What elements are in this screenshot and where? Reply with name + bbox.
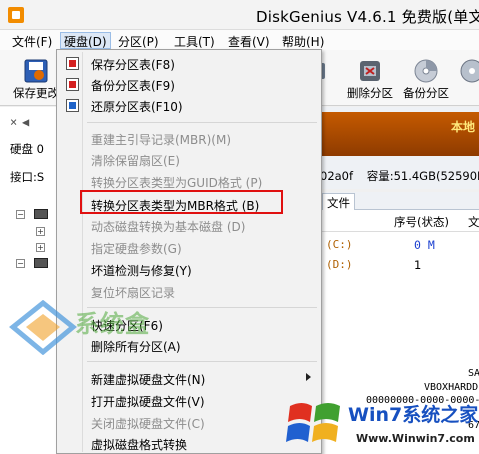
disk-info-line: 02a0f 容量:51.4GB(52590MB: [320, 168, 479, 184]
delete-partition-button[interactable]: 删除分区: [342, 52, 398, 104]
drive-letter: (D:): [326, 258, 353, 271]
menu-item-label: 坏道检测与修复(Y): [91, 264, 192, 278]
disk-icon: [34, 258, 48, 268]
menu-item-label: 动态磁盘转换为基本磁盘 (D): [91, 220, 246, 234]
save-icon: [24, 59, 48, 83]
menu-separator: [87, 361, 317, 362]
menu-item-label: 备份分区表(F9): [91, 79, 175, 93]
disk-menu-dropdown: 保存分区表(F8) 备份分区表(F9) 还原分区表(F10) 重建主引导记录(M…: [56, 49, 322, 454]
menu-new-virtual-disk[interactable]: 新建虚拟硬盘文件(N): [59, 368, 319, 389]
menu-item-label: 转换分区表类型为GUID格式 (P): [91, 176, 263, 190]
backup-partition-button[interactable]: 备份分区: [398, 52, 454, 104]
menu-bad-sector-check[interactable]: 坏道检测与修复(Y): [59, 259, 319, 280]
menu-item-label: 保存分区表(F8): [91, 58, 175, 72]
migrate-button[interactable]: [458, 52, 479, 104]
menu-item-label: 关闭虚拟硬盘文件(C): [91, 417, 205, 431]
menu-item-label: 删除所有分区(A): [91, 340, 181, 354]
win7-brand-text: Win7系统之家: [348, 404, 479, 426]
menu-disk[interactable]: 硬盘(D): [60, 32, 111, 49]
menu-item-label: 还原分区表(F10): [91, 100, 183, 114]
menu-reset-bad-sectors[interactable]: 复位坏扇区记录: [59, 281, 319, 302]
menu-restore-partition-table[interactable]: 还原分区表(F10): [59, 95, 319, 116]
seq-value: 1: [414, 258, 422, 272]
menu-item-label: 清除保留扇区(E): [91, 154, 180, 168]
menu-dynamic-to-basic[interactable]: 动态磁盘转换为基本磁盘 (D): [59, 215, 319, 236]
tree-expand-icon[interactable]: +: [36, 227, 45, 236]
window-title: DiskGenius V4.6.1 免费版(单文件: [256, 8, 479, 26]
menu-item-label: 打开虚拟硬盘文件(V): [91, 395, 205, 409]
menu-item-label: 指定硬盘参数(G): [91, 242, 182, 256]
tab-strip: 文件: [320, 192, 479, 212]
save-changes-button[interactable]: 保存更改: [10, 52, 62, 104]
menu-view[interactable]: 查看(V): [224, 32, 274, 49]
capacity-label: 容量:51.4GB(52590MB: [366, 169, 479, 183]
site-watermark-text: 系统盒: [75, 310, 150, 338]
disc-icon-partial: [460, 59, 479, 83]
title-bar: DiskGenius V4.6.1 免费版(单文件: [0, 0, 479, 30]
highlight-annotation: [80, 190, 283, 214]
save-partition-table-icon: [66, 57, 79, 70]
banner-text: 本地: [450, 120, 475, 134]
disk-label: 硬盘 0: [10, 142, 44, 156]
save-changes-label: 保存更改: [13, 86, 59, 100]
extra-header: 文: [468, 215, 479, 229]
disk-model-fragment: SA: [468, 368, 479, 379]
menu-rebuild-mbr[interactable]: 重建主引导记录(MBR)(M): [59, 128, 319, 149]
menu-help[interactable]: 帮助(H): [278, 32, 328, 49]
menu-item-label: 新建虚拟硬盘文件(N): [91, 373, 206, 387]
menu-convert-to-guid[interactable]: 转换分区表类型为GUID格式 (P): [59, 171, 319, 192]
disc-icon: [414, 59, 438, 83]
tree-expand-icon[interactable]: −: [16, 259, 25, 268]
table-row[interactable]: (C:) 0 M: [320, 236, 479, 254]
menu-partition[interactable]: 分区(P): [114, 32, 163, 49]
partition-grid-header: 序号(状态) 文: [320, 210, 479, 232]
tree-expand-icon[interactable]: −: [16, 210, 25, 219]
drive-letter: (C:): [326, 238, 353, 251]
scroll-left-arrow[interactable]: ×: [10, 115, 17, 129]
table-row[interactable]: (D:) 1: [320, 256, 479, 274]
menu-file[interactable]: 文件(F): [8, 32, 56, 49]
menu-item-label: 复位坏扇区记录: [91, 286, 176, 300]
nav-arrows[interactable]: ◀: [22, 115, 29, 129]
site-logo-icon: [9, 300, 77, 355]
restore-partition-table-icon: [66, 99, 79, 112]
interface-label: 接口:S: [10, 170, 45, 184]
seq-header: 序号(状态): [394, 215, 449, 229]
backup-partition-label: 备份分区: [403, 86, 449, 100]
windows-logo-icon: [286, 403, 340, 442]
backup-partition-table-icon: [66, 78, 79, 91]
delete-partition-icon: [360, 61, 380, 81]
app-icon: [8, 7, 24, 23]
left-pane: × ◀ 硬盘 0 接口:S − + + −: [0, 107, 62, 454]
tree-expand-icon[interactable]: +: [36, 243, 45, 252]
menu-item-label: 虚拟磁盘格式转换: [91, 438, 188, 452]
menu-save-partition-table[interactable]: 保存分区表(F8): [59, 53, 319, 74]
menu-tools[interactable]: 工具(T): [170, 32, 219, 49]
menu-specify-disk-params[interactable]: 指定硬盘参数(G): [59, 237, 319, 258]
guid-fragment: 02a0f: [320, 169, 354, 183]
menu-item-label: 重建主引导记录(MBR)(M): [91, 133, 232, 147]
disk-model-name: VBOXHARDDI: [424, 382, 479, 393]
menu-bar: 文件(F) 硬盘(D) 分区(P) 工具(T) 查看(V) 帮助(H): [0, 30, 479, 50]
menu-clear-reserved-sectors[interactable]: 清除保留扇区(E): [59, 149, 319, 170]
disk-icon: [34, 209, 48, 219]
disk-map-banner[interactable]: 本地: [320, 112, 479, 156]
seq-value: 0 M: [414, 238, 435, 252]
menu-separator: [87, 122, 317, 123]
menu-backup-partition-table[interactable]: 备份分区表(F9): [59, 74, 319, 95]
win7-url-text: Www.Winwin7.com: [356, 432, 475, 445]
submenu-arrow-icon: [306, 373, 311, 381]
delete-partition-label: 删除分区: [347, 86, 393, 100]
